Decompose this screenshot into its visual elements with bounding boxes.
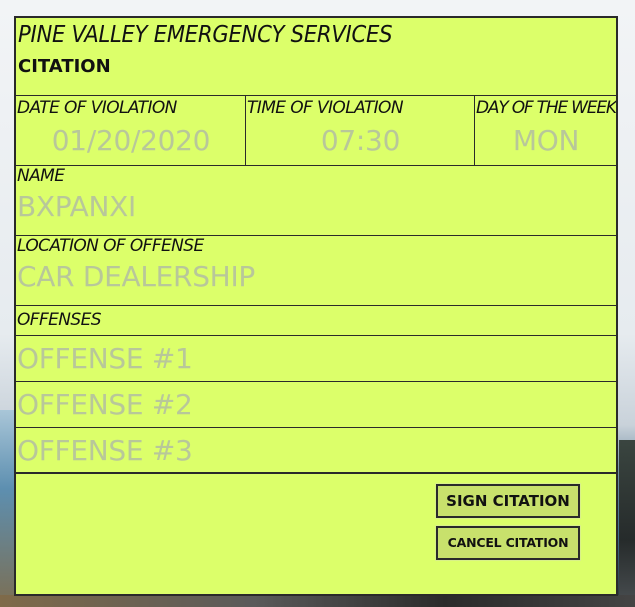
- name-label: NAME: [17, 166, 65, 186]
- background-scene-bottom: [0, 595, 635, 607]
- date-label: DATE OF VIOLATION: [17, 98, 177, 118]
- offense-row-1[interactable]: OFFENSE #1: [16, 336, 616, 382]
- date-cell[interactable]: DATE OF VIOLATION 01/20/2020: [16, 96, 245, 165]
- offenses-header-row: OFFENSES: [16, 306, 616, 336]
- day-cell[interactable]: DAY OF THE WEEK MON: [474, 96, 616, 165]
- background-scene-right: [619, 440, 635, 607]
- time-cell[interactable]: TIME OF VIOLATION 07:30: [245, 96, 474, 165]
- form-header: PINE VALLEY EMERGENCY SERVICES CITATION: [16, 18, 616, 96]
- day-label: DAY OF THE WEEK: [476, 98, 616, 118]
- date-field[interactable]: 01/20/2020: [16, 124, 245, 158]
- offense-row-3[interactable]: OFFENSE #3: [16, 428, 616, 474]
- name-field[interactable]: BXPANXI: [16, 190, 616, 224]
- offense-field-3[interactable]: OFFENSE #3: [16, 428, 616, 474]
- date-time-row: DATE OF VIOLATION 01/20/2020 TIME OF VIO…: [16, 96, 616, 166]
- name-row[interactable]: NAME BXPANXI: [16, 166, 616, 236]
- offense-row-2[interactable]: OFFENSE #2: [16, 382, 616, 428]
- offense-field-2[interactable]: OFFENSE #2: [16, 382, 616, 428]
- time-field[interactable]: 07:30: [246, 124, 474, 158]
- day-field[interactable]: MON: [475, 124, 616, 158]
- offenses-label: OFFENSES: [17, 310, 102, 330]
- location-field[interactable]: CAR DEALERSHIP: [16, 260, 616, 294]
- agency-name: PINE VALLEY EMERGENCY SERVICES: [18, 22, 393, 48]
- citation-form: PINE VALLEY EMERGENCY SERVICES CITATION …: [14, 16, 618, 596]
- location-row[interactable]: LOCATION OF OFFENSE CAR DEALERSHIP: [16, 236, 616, 306]
- offense-field-1[interactable]: OFFENSE #1: [16, 336, 616, 382]
- sign-citation-button[interactable]: SIGN CITATION: [435, 483, 581, 519]
- actions-area: SIGN CITATION CANCEL CITATION: [16, 474, 616, 594]
- form-title: CITATION: [18, 56, 111, 77]
- cancel-citation-button[interactable]: CANCEL CITATION: [435, 525, 581, 561]
- location-label: LOCATION OF OFFENSE: [17, 236, 204, 256]
- time-label: TIME OF VIOLATION: [247, 98, 404, 118]
